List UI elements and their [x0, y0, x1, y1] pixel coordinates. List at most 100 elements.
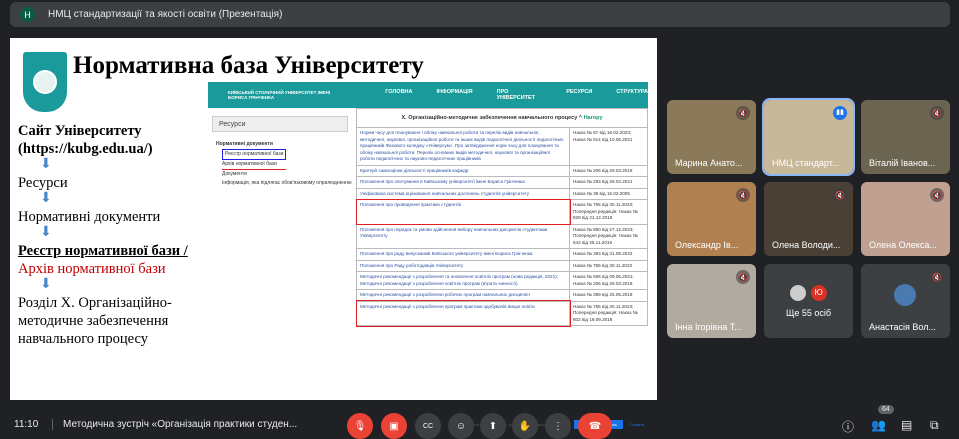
document-link[interactable]: Положення про Раду роботодавців Універси… [356, 259, 570, 272]
step-resources: Ресурси [18, 175, 68, 191]
participant-tile[interactable]: 🔇 Анастасія Вол... [861, 264, 950, 338]
meeting-toolbar: 11:10 Методична зустріч «Організація пра… [0, 405, 959, 439]
more-options-icon[interactable]: ⋮ [545, 413, 571, 439]
table-row: Положення про раду випускників Київськог… [356, 248, 648, 261]
emoji-icon[interactable]: ☺ [448, 413, 474, 439]
participant-tile[interactable]: 🔇 Олена Володи... [764, 182, 853, 256]
nav-home: ГОЛОВНА [385, 89, 413, 95]
website-nav: ГОЛОВНА ІНФОРМАЦІЯ ПРО УНІВЕРСИТЕТ РЕСУР… [385, 89, 648, 101]
document-link[interactable]: Положення про проведення практики студен… [355, 198, 571, 225]
order-cell: Наказ № 393 від 31.08.2022 [569, 248, 648, 261]
people-icon[interactable]: 👥 [871, 418, 886, 432]
participant-tile[interactable]: 🔇 Марина Анато... [667, 100, 756, 174]
nav-about: ПРО УНІВЕРСИТЕТ [496, 89, 536, 101]
raise-hand-icon[interactable]: ✋ [512, 413, 538, 439]
document-link[interactable]: Положення про опитування в Київському ун… [356, 176, 570, 189]
website-header: КИЇВСЬКИЙ СТОЛИЧНИЙ УНІВЕРСИТЕТ ІМЕНІ БО… [208, 82, 648, 108]
clock: 11:10 [14, 419, 39, 430]
mic-muted-icon: 🔇 [736, 106, 750, 120]
table-row: Методичні рекомендації з розроблення про… [355, 300, 648, 327]
end-call-icon[interactable]: ☎ [578, 413, 612, 439]
section-title: Х. Організаційно-методичне забезпечення … [401, 115, 578, 121]
participant-name: Анастасія Вол... [869, 322, 936, 332]
step-site: Сайт Університету (https://kubg.edu.ua/) [18, 123, 153, 157]
speaking-indicator-icon: ▮▮ [833, 106, 847, 120]
website-screenshot: КИЇВСЬКИЙ СТОЛИЧНИЙ УНІВЕРСИТЕТ ІМЕНІ БО… [208, 82, 648, 429]
order-cell: Наказ № 755 від 30.11.2023; Попередня ре… [569, 300, 648, 326]
document-link[interactable]: Методичні рекомендації з розроблення роб… [356, 289, 570, 302]
section-header: Х. Організаційно-методичне забезпечення … [356, 108, 648, 128]
participant-name: Олена Олекса... [869, 240, 937, 250]
document-link[interactable]: Методичні рекомендації з розроблення та … [356, 271, 570, 290]
arrow-down-icon: ⬇ [40, 157, 52, 172]
mic-muted-icon: 🔇 [930, 106, 944, 120]
meeting-title: Методична зустріч «Організація практики … [52, 419, 312, 430]
mic-muted-icon: 🔇 [736, 270, 750, 284]
present-screen-icon[interactable]: ⬆ [480, 413, 506, 439]
step-section: Розділ Х. Організаційно-методичне забезп… [18, 295, 172, 347]
sidebar-item: Інформація, яка підлягає обов'язковому о… [222, 180, 352, 186]
presentation-title: НМЦ стандартизації та якості освіти (Пре… [48, 9, 283, 20]
university-logo-icon [23, 52, 67, 112]
table-row: Методичні рекомендації з розроблення та … [356, 271, 648, 290]
participant-tile[interactable]: 🔇 Інна Ігорівна Т... [667, 264, 756, 338]
presentation-slide: Нормативна база Університету Сайт Універ… [10, 38, 657, 429]
nav-resources: РЕСУРСИ [566, 89, 593, 95]
table-row: Положення про Раду роботодавців Універси… [356, 259, 648, 272]
participant-name: Олена Володи... [772, 240, 841, 250]
step-archive: Архів нормативної бази [18, 261, 166, 277]
mic-muted-icon: 🔇 [930, 188, 944, 202]
sidebar-title: Ресурси [212, 116, 348, 132]
table-row: Критерії самооцінки діяльності працівник… [356, 164, 648, 177]
participant-tile[interactable]: Ю Ще 55 осіб [764, 264, 853, 338]
chat-icon[interactable]: ▤ [901, 418, 912, 432]
sidebar-item: Архів нормативної бази [222, 160, 286, 170]
sidebar-item: Реєстр нормативної бази [222, 149, 287, 160]
document-link[interactable]: Методичні рекомендації з розроблення про… [355, 300, 571, 327]
order-cell: Наказ № 67 від 16.02.2023; Наказ № 614 в… [569, 127, 648, 166]
order-cell: Наказ № 293 від 29.04.2021 [569, 176, 648, 189]
captions-icon[interactable]: CC [415, 413, 441, 439]
info-icon[interactable]: ⓘ [842, 418, 854, 435]
order-cell: Наказ № 850 від 27.12.2023; Попередня ре… [569, 223, 648, 249]
sidebar-item: Документи [222, 171, 247, 177]
camera-off-icon[interactable]: ▣ [381, 413, 407, 439]
participant-name: НМЦ стандарт... [772, 158, 840, 168]
mic-muted-icon: 🔇 [930, 270, 944, 284]
participant-name: Марина Анато... [675, 158, 743, 168]
participant-name: Віталій Іванов... [869, 158, 936, 168]
activities-icon[interactable]: ⧉ [930, 418, 939, 433]
participant-tile[interactable]: 🔇 Олена Олекса... [861, 182, 950, 256]
table-row: Методичні рекомендації з розроблення роб… [356, 289, 648, 302]
mic-muted-icon: 🔇 [736, 188, 750, 202]
order-cell: Наказ № 206 від 29.03.2018 [569, 164, 648, 177]
website-brand: КИЇВСЬКИЙ СТОЛИЧНИЙ УНІВЕРСИТЕТ ІМЕНІ БО… [228, 90, 331, 100]
document-link[interactable]: Положення про порядок та умови здійсненн… [356, 223, 570, 249]
document-link[interactable]: Уніфікована система оцінювання навчальни… [356, 187, 570, 200]
order-cell: Наказ № 755 від 30.11.2023; Попередня ре… [569, 199, 648, 225]
presentation-header: Н НМЦ стандартизації та якості освіти (П… [10, 2, 950, 27]
sidebar-item: Нормативні документи [216, 141, 273, 147]
nav-info: ІНФОРМАЦІЯ [436, 89, 473, 95]
step-registry: Реєстр нормативної бази / [18, 243, 188, 259]
participant-tile[interactable]: 🔇 Олександр Ів... [667, 182, 756, 256]
participant-tile[interactable]: 🔇 Віталій Іванов... [861, 100, 950, 174]
mic-off-icon[interactable]: 🎙 [347, 413, 373, 439]
participant-avatar [790, 284, 807, 301]
table-row: Уніфікована система оцінювання навчальни… [356, 187, 648, 200]
nav-structure: СТРУКТУРА [616, 89, 648, 95]
order-cell: Наказ № 359 від 25.05.2018 [569, 289, 648, 302]
document-link[interactable]: Положення про раду випускників Київськог… [356, 248, 570, 261]
arrow-down-icon: ⬇ [40, 225, 52, 240]
table-row: Норми часу для планування і обліку навча… [356, 127, 648, 166]
steps-list: Сайт Університету (https://kubg.edu.ua/)… [18, 122, 218, 348]
mic-muted-icon: 🔇 [833, 188, 847, 202]
documents-table: Х. Організаційно-методичне забезпечення … [355, 108, 648, 327]
document-link[interactable]: Норми часу для планування і обліку навча… [356, 127, 570, 166]
arrow-down-icon: ⬇ [40, 277, 52, 292]
table-row: Положення про порядок та умови здійсненн… [356, 223, 648, 249]
order-cell: Наказ № 755 від 30.11.2023 [569, 259, 648, 272]
participant-tile[interactable]: ▮▮ НМЦ стандарт... [762, 98, 855, 176]
document-link[interactable]: Критерії самооцінки діяльності працівник… [356, 164, 570, 177]
arrow-down-icon: ⬇ [40, 191, 52, 206]
